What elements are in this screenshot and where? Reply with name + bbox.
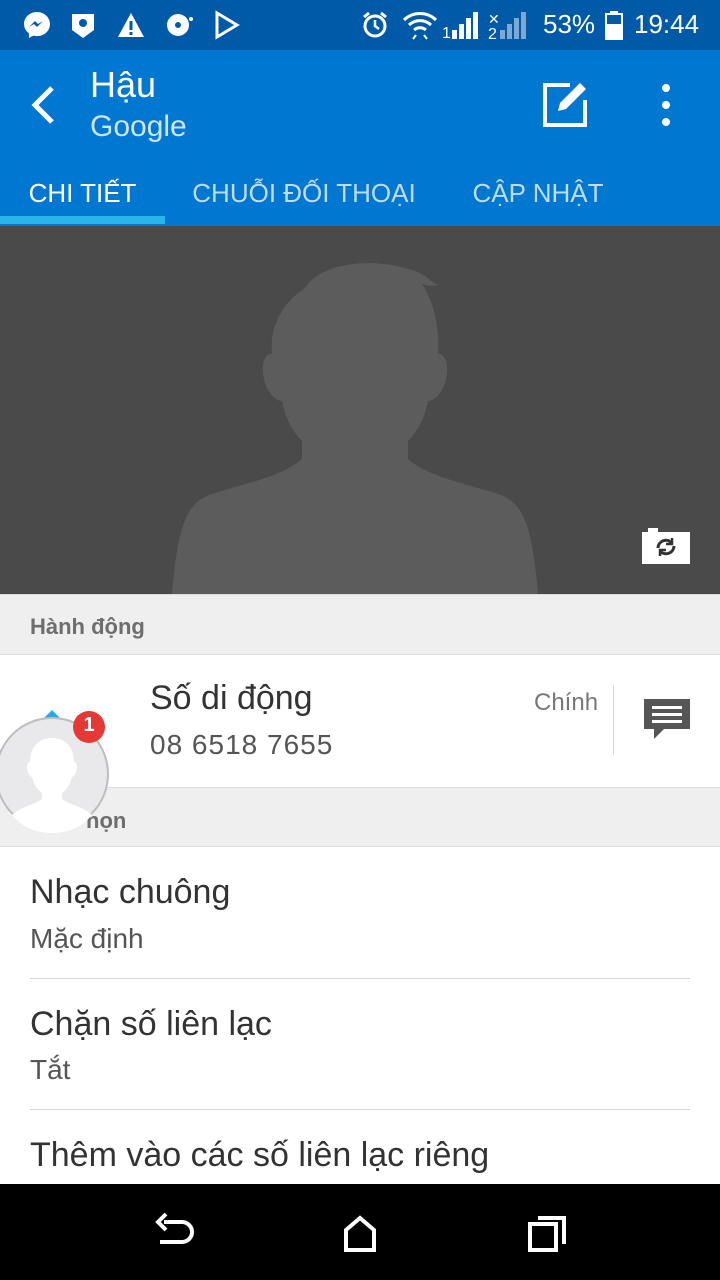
tab-conversations[interactable]: CHUỖI ĐỐI THOẠI (180, 172, 428, 226)
change-photo-camera-icon[interactable] (640, 526, 692, 566)
signal-2-icon: ✕ 2 (488, 11, 526, 40)
account-type: Google (90, 110, 187, 143)
block-contact-value: Tắt (30, 1054, 71, 1085)
badge-count: 1 (83, 714, 95, 736)
phone-number[interactable]: 08 6518 7655 (150, 729, 333, 761)
list-item-block-contact[interactable]: Chặn số liên lạc Tắt (0, 979, 720, 1109)
signal-1-icon: 1 (442, 12, 478, 40)
svg-text:✕: ✕ (488, 11, 500, 27)
list-item-ringtone[interactable]: Nhạc chuông Mặc định (0, 847, 720, 978)
more-options-icon[interactable] (646, 80, 686, 130)
add-private-label: Thêm vào các số liên lạc riêng (30, 1136, 490, 1174)
edit-icon[interactable] (540, 80, 590, 130)
battery-icon (605, 11, 623, 40)
back-arrow-icon[interactable] (20, 80, 70, 130)
actions-section-header: Hành động (0, 594, 720, 655)
back-nav-icon[interactable] (152, 1212, 196, 1252)
row-divider (613, 685, 614, 755)
message-icon[interactable] (640, 695, 694, 745)
navigation-bar (0, 1184, 720, 1280)
primary-tag: Chính (534, 689, 599, 716)
play-store-icon (215, 10, 240, 40)
chat-head-bubble[interactable]: 1 (0, 710, 112, 836)
recent-apps-icon[interactable] (526, 1212, 570, 1252)
tab-updates[interactable]: CẬP NHẬT (455, 172, 621, 226)
wifi-icon (402, 12, 438, 40)
music-icon (167, 14, 193, 36)
default-avatar-silhouette (172, 263, 538, 594)
svg-text:1: 1 (442, 25, 451, 40)
actions-section-title: Hành động (30, 614, 145, 639)
battery-percent: 53% (543, 9, 596, 39)
svg-text:2: 2 (488, 26, 497, 40)
contact-photo (0, 226, 720, 594)
phone-type-label: Số di động (150, 679, 313, 717)
status-bar: 1 ✕ 2 53% 19:44 (0, 0, 720, 50)
maps-icon (72, 14, 94, 38)
ringtone-value: Mặc định (30, 923, 144, 954)
messenger-icon (24, 12, 50, 38)
tab-indicator (0, 216, 165, 224)
block-contact-label: Chặn số liên lạc (30, 1005, 272, 1043)
warning-icon (118, 13, 144, 37)
home-icon[interactable] (338, 1212, 382, 1252)
ringtone-label: Nhạc chuông (30, 873, 231, 911)
app-bar: Hậu Google CHI TIẾT CHUỖI ĐỐI THOẠI CẬP … (0, 50, 720, 226)
contact-name: Hậu (90, 64, 157, 105)
list-item-add-private[interactable]: Thêm vào các số liên lạc riêng (0, 1110, 720, 1184)
clock: 19:44 (634, 9, 700, 39)
alarm-icon (363, 11, 387, 38)
